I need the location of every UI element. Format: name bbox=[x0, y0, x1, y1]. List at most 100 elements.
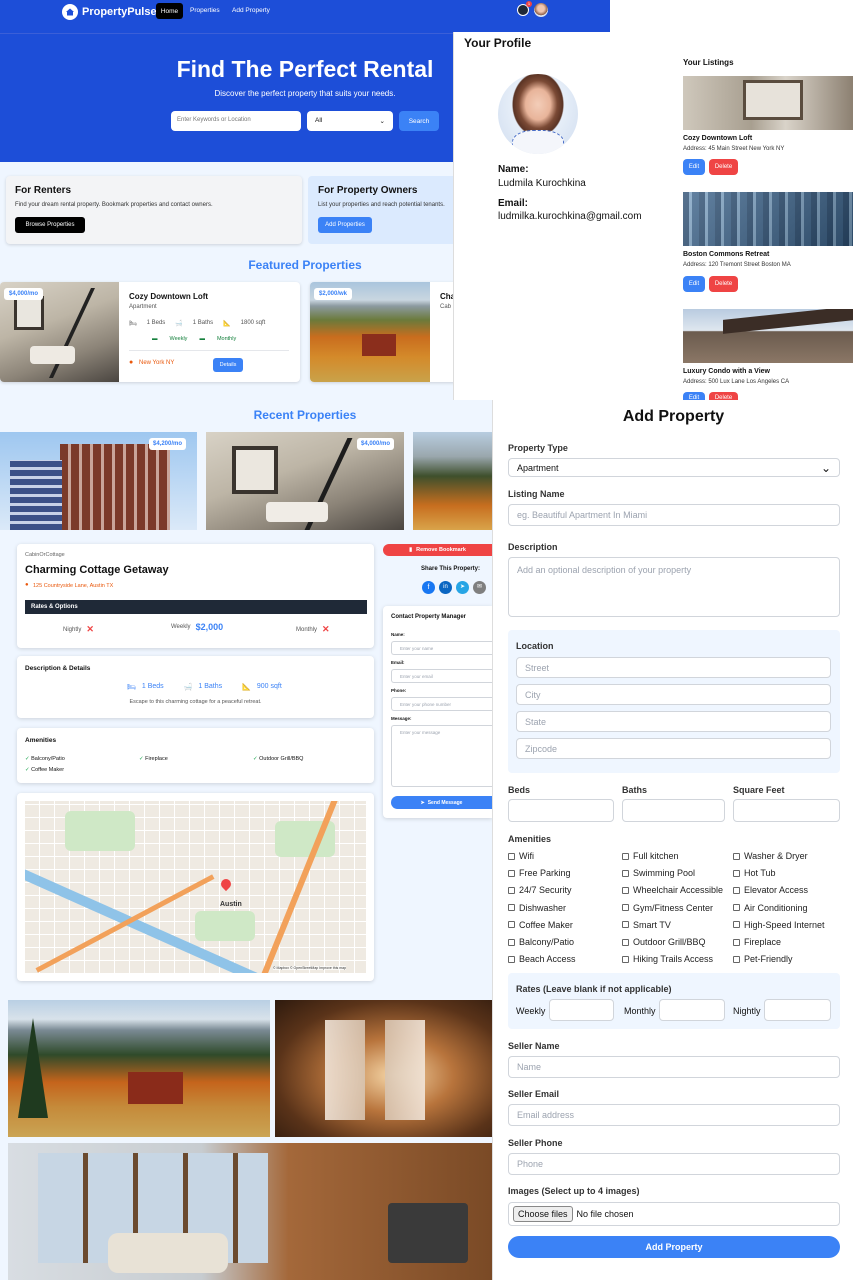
amenity-checkbox[interactable]: Balcony/Patio bbox=[508, 937, 574, 947]
checkbox[interactable] bbox=[508, 938, 515, 946]
amenity-checkbox[interactable]: Air Conditioning bbox=[733, 903, 808, 913]
checkbox[interactable] bbox=[508, 955, 515, 963]
property-type-select[interactable]: Apartment ⌄ bbox=[508, 458, 840, 477]
property-type-select[interactable]: All ⌄ bbox=[307, 111, 393, 131]
amenity-checkbox[interactable]: 24/7 Security bbox=[508, 885, 572, 895]
seller-email-input[interactable]: Email address bbox=[508, 1104, 840, 1126]
checkbox[interactable] bbox=[508, 852, 515, 860]
sqft-input[interactable] bbox=[733, 799, 840, 822]
featured-card-2[interactable]: $2,000/wk Cha Cab bbox=[310, 282, 460, 382]
state-input[interactable]: State bbox=[516, 711, 831, 732]
amenity-checkbox[interactable]: Fireplace bbox=[733, 937, 781, 947]
amenity-checkbox[interactable]: Beach Access bbox=[508, 954, 576, 964]
checkbox[interactable] bbox=[622, 869, 629, 877]
nightly-input[interactable] bbox=[764, 999, 831, 1021]
featured-card-1[interactable]: $4,000/mo Cozy Downtown Loft Apartment 🛏… bbox=[0, 282, 300, 382]
checkbox[interactable] bbox=[733, 869, 740, 877]
checkbox[interactable] bbox=[733, 852, 740, 860]
amenity-checkbox[interactable]: Free Parking bbox=[508, 868, 571, 878]
delete-button[interactable]: Delete bbox=[709, 276, 738, 292]
baths-input[interactable] bbox=[622, 799, 725, 822]
facebook-icon[interactable]: f bbox=[422, 581, 435, 594]
renters-title: For Renters bbox=[15, 185, 72, 196]
checkbox[interactable] bbox=[622, 904, 629, 912]
checkbox[interactable] bbox=[508, 904, 515, 912]
checkbox[interactable] bbox=[508, 886, 515, 894]
amenity-checkbox[interactable]: Pet-Friendly bbox=[733, 954, 793, 964]
checkbox[interactable] bbox=[508, 869, 515, 877]
choose-files-button[interactable]: Choose files bbox=[513, 1206, 573, 1222]
beds-input[interactable] bbox=[508, 799, 614, 822]
amenity-checkbox[interactable]: Wifi bbox=[508, 851, 534, 861]
amenity-checkbox[interactable]: Elevator Access bbox=[733, 885, 808, 895]
amenity-checkbox[interactable]: Hot Tub bbox=[733, 868, 776, 878]
featured-heading: Featured Properties bbox=[248, 258, 362, 272]
checkbox[interactable] bbox=[622, 852, 629, 860]
chevron-down-icon: ⌄ bbox=[820, 460, 831, 475]
linkedin-icon[interactable]: in bbox=[439, 581, 452, 594]
contact-email-input[interactable]: Enter your email bbox=[391, 669, 492, 683]
contact-message-input[interactable]: Enter your message bbox=[391, 725, 492, 787]
city-input[interactable]: City bbox=[516, 684, 831, 705]
amenity-checkbox[interactable]: Gym/Fitness Center bbox=[622, 903, 713, 913]
description-textarea[interactable]: Add an optional description of your prop… bbox=[508, 557, 840, 617]
edit-button[interactable]: Edit bbox=[683, 276, 705, 292]
image-file-input[interactable]: Choose files No file chosen bbox=[508, 1202, 840, 1226]
nav-add-property[interactable]: Add Property bbox=[232, 7, 270, 14]
contact-phone-input[interactable]: Enter your phone number bbox=[391, 697, 492, 711]
zipcode-input[interactable]: Zipcode bbox=[516, 738, 831, 759]
seller-phone-input[interactable]: Phone bbox=[508, 1153, 840, 1175]
amenity-checkbox[interactable]: Washer & Dryer bbox=[733, 851, 808, 861]
avatar[interactable] bbox=[534, 3, 548, 17]
amenity-checkbox[interactable]: Outdoor Grill/BBQ bbox=[622, 937, 706, 947]
checkbox[interactable] bbox=[622, 921, 629, 929]
checkbox[interactable] bbox=[508, 921, 515, 929]
amenity-checkbox[interactable]: Wheelchair Accessible bbox=[622, 885, 723, 895]
listing-address-2: Address: 120 Tremont Street Boston MA bbox=[683, 262, 791, 268]
checkbox[interactable] bbox=[733, 904, 740, 912]
send-message-button[interactable]: ➤ Send Message bbox=[391, 796, 492, 809]
amenity-checkbox[interactable]: Swimming Pool bbox=[622, 868, 695, 878]
listing-name-1[interactable]: Cozy Downtown Loft bbox=[683, 135, 752, 142]
seller-name-input[interactable]: Name bbox=[508, 1056, 840, 1078]
edit-button[interactable]: Edit bbox=[683, 159, 705, 175]
gallery-photo-2[interactable] bbox=[275, 1000, 492, 1137]
amenity-checkbox[interactable]: High-Speed Internet bbox=[733, 920, 825, 930]
email-icon[interactable]: ✉ bbox=[473, 581, 486, 594]
browse-properties-button[interactable]: Browse Properties bbox=[15, 217, 85, 233]
street-input[interactable]: Street bbox=[516, 657, 831, 678]
listing-name-input[interactable]: eg. Beautiful Apartment In Miami bbox=[508, 504, 840, 526]
gallery-photo-1[interactable] bbox=[8, 1000, 270, 1137]
checkbox[interactable] bbox=[622, 886, 629, 894]
remove-bookmark-button[interactable]: ▮ Remove Bookmark bbox=[383, 544, 492, 556]
amenity-checkbox[interactable]: Coffee Maker bbox=[508, 920, 573, 930]
checkbox[interactable] bbox=[733, 955, 740, 963]
weekly-input[interactable] bbox=[549, 999, 614, 1021]
add-property-submit-button[interactable]: Add Property bbox=[508, 1236, 840, 1258]
hero-search-input[interactable]: Enter Keywords or Location bbox=[171, 111, 301, 131]
delete-button[interactable]: Delete bbox=[709, 159, 738, 175]
amenity-checkbox[interactable]: Smart TV bbox=[622, 920, 671, 930]
search-button[interactable]: Search bbox=[399, 111, 439, 131]
brand-logo[interactable]: PropertyPulse bbox=[62, 4, 157, 20]
details-button[interactable]: Details bbox=[213, 358, 243, 372]
checkbox[interactable] bbox=[733, 938, 740, 946]
contact-name-input[interactable]: Enter your name bbox=[391, 641, 492, 655]
gallery-photo-3[interactable] bbox=[8, 1143, 492, 1280]
checkbox[interactable] bbox=[733, 921, 740, 929]
checkbox[interactable] bbox=[622, 938, 629, 946]
checkbox[interactable] bbox=[622, 955, 629, 963]
nav-properties[interactable]: Properties bbox=[190, 7, 220, 14]
amenity-checkbox[interactable]: Full kitchen bbox=[622, 851, 679, 861]
checkbox[interactable] bbox=[733, 886, 740, 894]
amenity-checkbox[interactable]: Dishwasher bbox=[508, 903, 566, 913]
listing-name-2[interactable]: Boston Commons Retreat bbox=[683, 251, 769, 258]
map[interactable]: Austin © Mapbox © OpenStreetMap Improve … bbox=[25, 801, 366, 973]
nav-home[interactable]: Home bbox=[156, 3, 183, 19]
amenities-card: Amenities ✓ Balcony/Patio ✓ Fireplace ✓ … bbox=[17, 728, 374, 783]
listing-name-3[interactable]: Luxury Condo with a View bbox=[683, 368, 770, 375]
amenity-checkbox[interactable]: Hiking Trails Access bbox=[622, 954, 713, 964]
telegram-icon[interactable]: ➤ bbox=[456, 581, 469, 594]
monthly-input[interactable] bbox=[659, 999, 725, 1021]
add-properties-button[interactable]: Add Properties bbox=[318, 217, 372, 233]
